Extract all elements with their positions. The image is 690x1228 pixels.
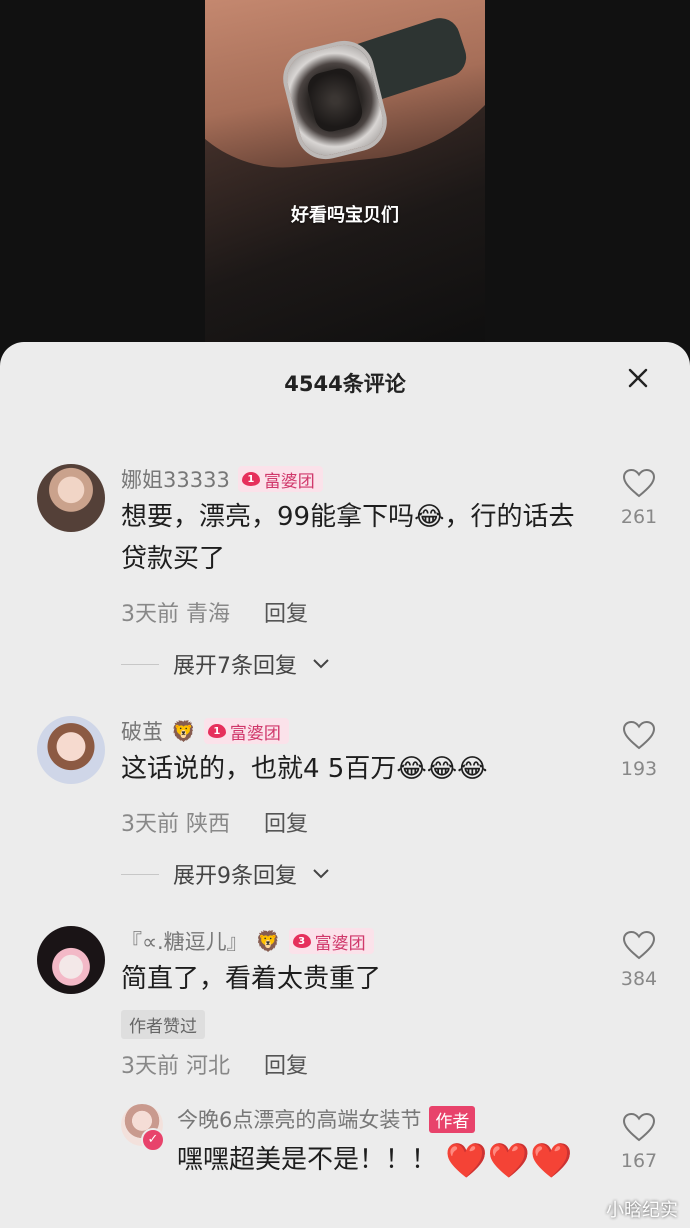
divider — [121, 873, 159, 875]
comment-location: 陕西 — [186, 812, 231, 837]
author-liked-tag: 作者赞过 — [121, 1010, 205, 1039]
comment-meta: 3天前 陕西 回复 — [121, 806, 308, 838]
divider — [121, 663, 159, 665]
comment-time: 3天前 — [121, 812, 179, 837]
heart-icon — [622, 720, 656, 750]
close-icon[interactable] — [626, 366, 650, 390]
badge-label: 富婆团 — [229, 723, 281, 744]
lion-emoji: 🦁 — [255, 929, 281, 953]
like-count: 261 — [620, 506, 658, 528]
like-count: 384 — [620, 968, 658, 990]
video-caption: 好看吗宝贝们 — [291, 205, 399, 226]
comment-count-title: 4544条评论 — [284, 372, 406, 396]
comment-text: 简直了，看着太贵重了 — [121, 964, 382, 994]
avatar[interactable] — [37, 464, 105, 532]
reply-content: 嘿嘿超美是不是！！！ — [177, 1145, 438, 1175]
like-button[interactable]: 261 — [614, 468, 664, 528]
like-count: 167 — [620, 1150, 658, 1172]
comment-header: 『∝.糖逗儿』 🦁 3 富婆团 — [121, 926, 374, 956]
fan-badge: 1 富婆团 — [203, 718, 289, 744]
comment-meta: 3天前 青海 回复 — [121, 596, 308, 628]
comment-header: 破茧 🦁 1 富婆团 — [121, 716, 289, 746]
fan-badge: 3 富婆团 — [288, 928, 374, 954]
like-button[interactable]: 193 — [614, 720, 664, 780]
badge-label: 富婆团 — [314, 933, 366, 954]
chevron-down-icon — [313, 869, 329, 879]
reply-like-button[interactable]: 167 — [614, 1112, 664, 1172]
lion-emoji: 🦁 — [171, 719, 196, 743]
like-count: 193 — [620, 758, 658, 780]
watermark: 小晗纪实 — [606, 1200, 678, 1221]
comment-sheet: 4544条评论 娜姐33333 1 富婆团 想要，漂亮，99能拿下吗😂，行的话去… — [0, 342, 690, 1228]
username[interactable]: 『∝.糖逗儿』 — [121, 926, 248, 956]
fan-badge: 1 富婆团 — [237, 466, 323, 492]
username[interactable]: 娜姐33333 — [121, 464, 230, 494]
expand-label: 展开7条回复 — [173, 654, 297, 679]
avatar[interactable] — [37, 716, 105, 784]
comment-header: 娜姐33333 1 富婆团 — [121, 464, 323, 494]
expand-replies-button[interactable]: 展开7条回复 — [121, 648, 331, 680]
badge-label: 富婆团 — [263, 471, 315, 492]
badge-level: 1 — [207, 724, 226, 738]
heart-emojis: ❤️❤️❤️ — [445, 1141, 573, 1181]
expand-label: 展开9条回复 — [173, 864, 297, 889]
video-player[interactable]: 好看吗宝贝们 — [0, 0, 690, 360]
heart-icon — [622, 1112, 656, 1142]
reply-button[interactable]: 回复 — [264, 1048, 308, 1080]
badge-level: 3 — [292, 934, 311, 948]
like-button[interactable]: 384 — [614, 930, 664, 990]
reply-header: 今晚6点漂亮的高端女装节 作者 — [177, 1104, 476, 1134]
comment-time: 3天前 — [121, 1054, 179, 1079]
comment-location: 青海 — [186, 602, 231, 627]
heart-icon — [622, 930, 656, 960]
heart-icon — [622, 468, 656, 498]
username[interactable]: 破茧 — [121, 716, 163, 746]
expand-replies-button[interactable]: 展开9条回复 — [121, 858, 331, 890]
reply-text: 嘿嘿超美是不是！！！ ❤️❤️❤️ — [177, 1138, 577, 1183]
avatar[interactable] — [37, 926, 105, 994]
chevron-down-icon — [313, 659, 329, 669]
comment-time: 3天前 — [121, 602, 179, 627]
comment-text: 想要，漂亮，99能拿下吗😂，行的话去贷款买了 — [121, 502, 575, 574]
reply-username[interactable]: 今晚6点漂亮的高端女装节 — [177, 1104, 421, 1134]
badge-level: 1 — [241, 472, 260, 486]
verified-icon: ✓ — [141, 1128, 165, 1152]
watch-dial — [304, 65, 366, 135]
reply-button[interactable]: 回复 — [264, 806, 308, 838]
author-tag: 作者 — [429, 1105, 476, 1133]
video-frame: 好看吗宝贝们 — [205, 0, 485, 345]
reply-button[interactable]: 回复 — [264, 596, 308, 628]
comment-text: 这话说的，也就4 5百万😂😂😂 — [121, 754, 488, 784]
comment-meta: 3天前 河北 回复 — [121, 1048, 308, 1080]
comment-location: 河北 — [186, 1054, 231, 1079]
